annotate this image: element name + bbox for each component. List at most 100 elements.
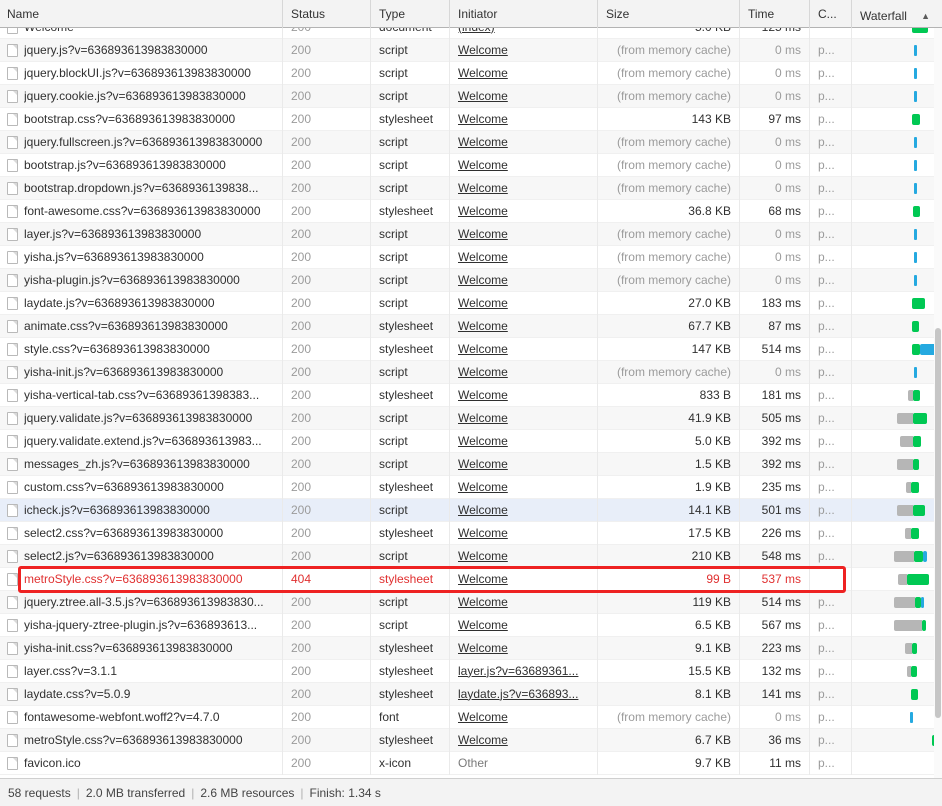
row-waterfall-cell[interactable] xyxy=(852,729,942,752)
table-row[interactable]: animate.css?v=636893613983830000 200 style… xyxy=(0,314,942,338)
sort-ascending-icon[interactable]: ▲ xyxy=(921,2,930,25)
row-waterfall-cell[interactable] xyxy=(852,752,942,775)
column-header-initiator[interactable]: Initiator xyxy=(450,0,598,28)
table-row[interactable]: bootstrap.css?v=636893613983830000 200 sty… xyxy=(0,107,942,131)
initiator-link[interactable]: Welcome xyxy=(458,388,508,402)
table-row[interactable]: metroStyle.css?v=636893613983830000 200st… xyxy=(0,728,942,752)
initiator-link[interactable]: Welcome xyxy=(458,89,508,103)
table-row[interactable]: jquery.cookie.js?v=636893613983830000 200… xyxy=(0,84,942,108)
row-waterfall-cell[interactable] xyxy=(852,223,942,246)
row-waterfall-cell[interactable] xyxy=(852,154,942,177)
row-initiator-cell[interactable]: Welcome xyxy=(450,176,598,200)
row-waterfall-cell[interactable] xyxy=(852,476,942,499)
table-row[interactable]: font-awesome.css?v=636893613983830000 200… xyxy=(0,199,942,223)
row-waterfall-cell[interactable] xyxy=(852,361,942,384)
requests-list-viewport[interactable]: Welcome200document(index)5.0 KB125 ms jqu… xyxy=(0,28,942,778)
row-waterfall-cell[interactable] xyxy=(852,62,942,85)
row-waterfall-cell[interactable] xyxy=(852,108,942,131)
row-waterfall-cell[interactable] xyxy=(852,200,942,223)
row-initiator-cell[interactable]: Welcome xyxy=(450,429,598,453)
row-waterfall-cell[interactable] xyxy=(852,706,942,729)
initiator-link[interactable]: Welcome xyxy=(458,457,508,471)
row-waterfall-cell[interactable] xyxy=(852,660,942,683)
row-name-cell[interactable]: font-awesome.css?v=636893613983830000 xyxy=(0,199,283,223)
row-initiator-cell[interactable]: Welcome xyxy=(450,291,598,315)
row-name-cell[interactable]: jquery.blockUI.js?v=636893613983830000 xyxy=(0,61,283,85)
initiator-link[interactable]: Welcome xyxy=(458,480,508,494)
table-row[interactable]: jquery.blockUI.js?v=636893613983830000 20… xyxy=(0,61,942,85)
row-waterfall-cell[interactable] xyxy=(852,407,942,430)
row-initiator-cell[interactable]: Welcome xyxy=(450,38,598,62)
table-row[interactable]: favicon.ico 200 x-icon Other 9.7 KB 11 ms p... xyxy=(0,751,942,775)
row-initiator-cell[interactable]: Welcome xyxy=(450,636,598,660)
column-header-waterfall[interactable]: Waterfall ▲ xyxy=(852,2,942,25)
table-row[interactable]: Welcome 200document (index) 5.0 KB125 ms xyxy=(0,28,942,39)
table-row[interactable]: laydate.js?v=636893613983830000 200 script… xyxy=(0,291,942,315)
initiator-link[interactable]: Welcome xyxy=(458,112,508,126)
row-initiator-cell[interactable]: Welcome xyxy=(450,728,598,752)
row-waterfall-cell[interactable] xyxy=(852,384,942,407)
row-waterfall-cell[interactable] xyxy=(852,246,942,269)
initiator-link[interactable]: Welcome xyxy=(458,526,508,540)
table-row[interactable]: jquery.validate.js?v=636893613983830000 2… xyxy=(0,406,942,430)
initiator-link[interactable]: Welcome xyxy=(458,733,508,747)
initiator-link[interactable]: Welcome xyxy=(458,618,508,632)
row-name-cell[interactable]: yisha-vertical-tab.css?v=63689361398383.… xyxy=(0,383,283,407)
row-name-cell[interactable]: bootstrap.js?v=636893613983830000 xyxy=(0,153,283,177)
row-name-cell[interactable]: icheck.js?v=636893613983830000 xyxy=(0,498,283,522)
row-initiator-cell[interactable]: Other xyxy=(450,751,598,775)
initiator-link[interactable]: Welcome xyxy=(458,43,508,57)
row-initiator-cell[interactable]: Welcome xyxy=(450,153,598,177)
row-waterfall-cell[interactable] xyxy=(852,545,942,568)
initiator-link[interactable]: Welcome xyxy=(458,66,508,80)
column-header-type[interactable]: Type xyxy=(371,0,450,28)
row-initiator-cell[interactable]: Welcome xyxy=(450,521,598,545)
table-row[interactable]: layer.css?v=3.1.1 200 stylesheet layer.js?v… xyxy=(0,659,942,683)
table-row[interactable]: fontawesome-webfont.woff2?v=4.7.0 200 font… xyxy=(0,705,942,729)
row-initiator-cell[interactable]: Welcome xyxy=(450,130,598,154)
row-waterfall-cell[interactable] xyxy=(852,522,942,545)
row-name-cell[interactable]: laydate.js?v=636893613983830000 xyxy=(0,291,283,315)
vertical-scrollbar[interactable] xyxy=(934,28,942,778)
row-initiator-cell[interactable]: layer.js?v=63689361... xyxy=(450,659,598,683)
row-name-cell[interactable]: style.css?v=636893613983830000 xyxy=(0,337,283,361)
row-name-cell[interactable]: custom.css?v=636893613983830000 xyxy=(0,475,283,499)
row-waterfall-cell[interactable] xyxy=(852,614,942,637)
vertical-scrollbar-thumb[interactable] xyxy=(935,328,941,718)
initiator-link[interactable]: Welcome xyxy=(458,273,508,287)
row-initiator-cell[interactable]: (index) xyxy=(450,28,598,39)
row-waterfall-cell[interactable] xyxy=(852,683,942,706)
row-initiator-cell[interactable]: Welcome xyxy=(450,314,598,338)
row-initiator-cell[interactable]: Welcome xyxy=(450,475,598,499)
row-initiator-cell[interactable]: Welcome xyxy=(450,84,598,108)
initiator-link[interactable]: laydate.js?v=636893... xyxy=(458,687,578,701)
row-waterfall-cell[interactable] xyxy=(852,39,942,62)
table-row[interactable]: jquery.validate.extend.js?v=636893613983… xyxy=(0,429,942,453)
row-initiator-cell[interactable]: Welcome xyxy=(450,567,598,591)
row-waterfall-cell[interactable] xyxy=(852,338,942,361)
row-name-cell[interactable]: laydate.css?v=5.0.9 xyxy=(0,682,283,706)
row-name-cell[interactable]: yisha.js?v=636893613983830000 xyxy=(0,245,283,269)
row-waterfall-cell[interactable] xyxy=(852,269,942,292)
row-name-cell[interactable]: jquery.cookie.js?v=636893613983830000 xyxy=(0,84,283,108)
row-initiator-cell[interactable]: Welcome xyxy=(450,452,598,476)
row-waterfall-cell[interactable] xyxy=(852,453,942,476)
row-waterfall-cell[interactable] xyxy=(852,499,942,522)
initiator-link[interactable]: Welcome xyxy=(458,595,508,609)
row-waterfall-cell[interactable] xyxy=(852,591,942,614)
row-name-cell[interactable]: jquery.validate.extend.js?v=636893613983… xyxy=(0,429,283,453)
row-name-cell[interactable]: metroStyle.css?v=636893613983830000 xyxy=(0,728,283,752)
row-initiator-cell[interactable]: Welcome xyxy=(450,406,598,430)
initiator-link[interactable]: Welcome xyxy=(458,181,508,195)
row-initiator-cell[interactable]: Welcome xyxy=(450,337,598,361)
column-header-time[interactable]: Time xyxy=(740,0,810,28)
row-waterfall-cell[interactable] xyxy=(852,637,942,660)
row-initiator-cell[interactable]: Welcome xyxy=(450,245,598,269)
initiator-link[interactable]: Welcome xyxy=(458,572,508,586)
initiator-link[interactable]: Welcome xyxy=(458,641,508,655)
row-name-cell[interactable]: jquery.validate.js?v=636893613983830000 xyxy=(0,406,283,430)
row-name-cell[interactable]: bootstrap.dropdown.js?v=6368936139838... xyxy=(0,176,283,200)
row-initiator-cell[interactable]: Welcome xyxy=(450,222,598,246)
table-row[interactable]: custom.css?v=636893613983830000 200 styles… xyxy=(0,475,942,499)
row-initiator-cell[interactable]: Welcome xyxy=(450,107,598,131)
